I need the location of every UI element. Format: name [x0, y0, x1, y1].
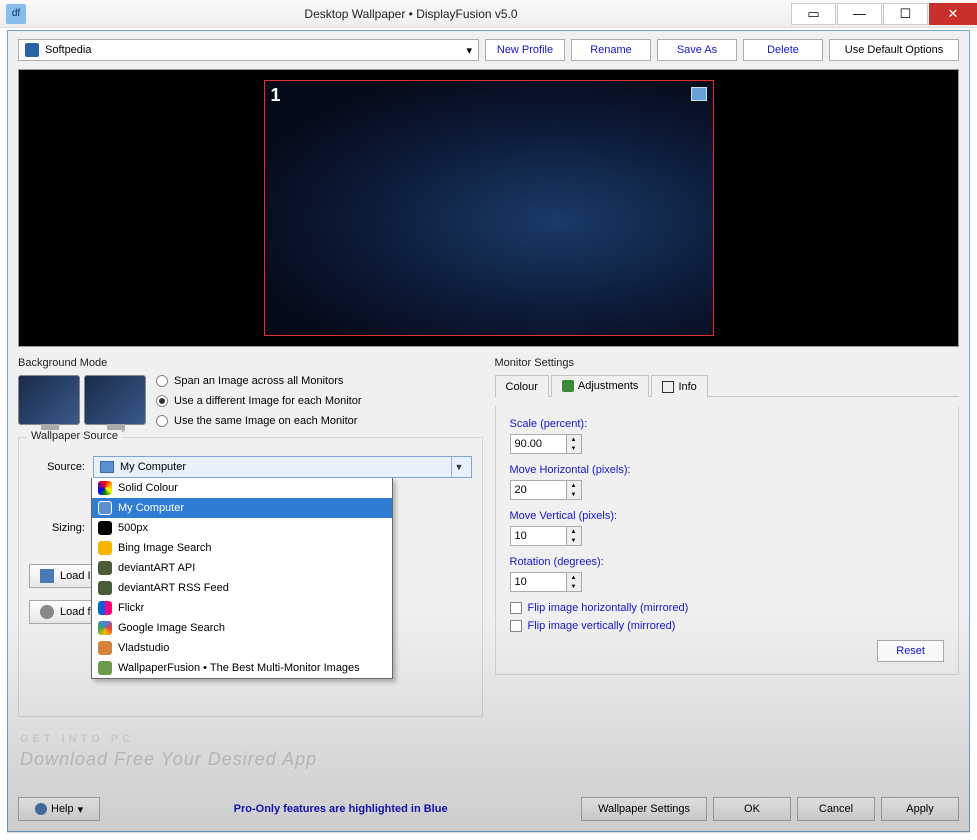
flip-vertical-checkbox[interactable]: Flip image vertically (mirrored): [510, 620, 945, 632]
monitor-settings-legend: Monitor Settings: [495, 357, 960, 369]
radio-different-each[interactable]: Use a different Image for each Monitor: [156, 395, 362, 407]
wallpaper-settings-button[interactable]: Wallpaper Settings: [581, 797, 707, 821]
source-selected: My Computer: [120, 461, 186, 473]
image-icon: [40, 569, 54, 583]
system-menu-icon[interactable]: ▭: [791, 3, 836, 25]
wallpaperfusion-icon: [98, 661, 112, 675]
source-option-wallpaperfusion[interactable]: WallpaperFusion • The Best Multi-Monitor…: [92, 658, 392, 678]
apply-button[interactable]: Apply: [881, 797, 959, 821]
move-horizontal-spinner[interactable]: 20▲▼: [510, 480, 582, 500]
help-icon: [35, 803, 47, 815]
source-option-vladstudio[interactable]: Vladstudio: [92, 638, 392, 658]
ok-button[interactable]: OK: [713, 797, 791, 821]
lower-panels: Background Mode Span an Image across all…: [18, 357, 959, 777]
monitor-thumb-1[interactable]: [18, 375, 80, 425]
source-option-deviantart-api[interactable]: deviantART API: [92, 558, 392, 578]
chevron-down-icon: ▼: [451, 457, 467, 477]
tab-info[interactable]: Info: [651, 375, 707, 397]
link-icon: [40, 605, 54, 619]
footer-bar: Help▾ Pro-Only features are highlighted …: [18, 797, 959, 821]
source-option-500px[interactable]: 500px: [92, 518, 392, 538]
pro-note: Pro-Only features are highlighted in Blu…: [234, 803, 448, 815]
flickr-icon: [98, 601, 112, 615]
move-vertical-spinner[interactable]: 10▲▼: [510, 526, 582, 546]
monitor-settings-tabs: Colour Adjustments Info: [495, 375, 960, 397]
source-dropdown: Solid Colour My Computer 500px Bing Imag…: [91, 478, 393, 679]
deviantart-icon: [98, 581, 112, 595]
monitor-preview-1[interactable]: 1: [264, 80, 714, 336]
wallpaper-preview-panel: 1: [18, 69, 959, 347]
tab-adjustments[interactable]: Adjustments: [551, 375, 650, 397]
chevron-down-icon: ▾: [466, 44, 472, 57]
colour-wheel-icon: [98, 481, 112, 495]
scale-label: Scale (percent):: [510, 418, 945, 430]
monitor-icon: [691, 87, 707, 101]
rotation-label: Rotation (degrees):: [510, 556, 945, 568]
deviantart-icon: [98, 561, 112, 575]
sizing-label: Sizing:: [29, 522, 85, 534]
scale-spinner[interactable]: 90.00▲▼: [510, 434, 582, 454]
profile-toolbar: Softpedia ▾ New Profile Rename Save As D…: [18, 39, 959, 61]
source-option-my-computer[interactable]: My Computer: [92, 498, 392, 518]
flip-horizontal-checkbox[interactable]: Flip image horizontally (mirrored): [510, 602, 945, 614]
profile-selected-label: Softpedia: [45, 44, 91, 56]
computer-icon: [100, 461, 114, 473]
500px-icon: [98, 521, 112, 535]
source-combobox[interactable]: My Computer ▼: [93, 456, 472, 478]
new-profile-button[interactable]: New Profile: [485, 39, 565, 61]
radio-same-each[interactable]: Use the same Image on each Monitor: [156, 415, 362, 427]
background-mode-legend: Background Mode: [18, 357, 483, 369]
wallpaper-source-group: Wallpaper Source Source: My Computer ▼ S…: [18, 437, 483, 717]
source-option-deviantart-rss[interactable]: deviantART RSS Feed: [92, 578, 392, 598]
right-column: Monitor Settings Colour Adjustments Info…: [495, 357, 960, 777]
source-label: Source:: [29, 461, 85, 473]
reset-button[interactable]: Reset: [877, 640, 944, 662]
window-controls: ▭ — ☐ ✕: [790, 3, 977, 25]
info-icon: [662, 381, 674, 393]
help-button[interactable]: Help▾: [18, 797, 100, 821]
adjustments-panel: Scale (percent): 90.00▲▼ Move Horizontal…: [495, 406, 960, 675]
profile-select[interactable]: Softpedia ▾: [18, 39, 479, 61]
background-mode-radios: Span an Image across all Monitors Use a …: [156, 375, 362, 427]
bing-icon: [98, 541, 112, 555]
chevron-down-icon: ▾: [78, 803, 84, 816]
delete-button[interactable]: Delete: [743, 39, 823, 61]
adjustments-icon: [562, 380, 574, 392]
computer-icon: [98, 501, 112, 515]
source-option-google[interactable]: Google Image Search: [92, 618, 392, 638]
move-vertical-label: Move Vertical (pixels):: [510, 510, 945, 522]
google-icon: [98, 621, 112, 635]
radio-span-all[interactable]: Span an Image across all Monitors: [156, 375, 362, 387]
rename-button[interactable]: Rename: [571, 39, 651, 61]
save-as-button[interactable]: Save As: [657, 39, 737, 61]
monitor-settings-group: Monitor Settings Colour Adjustments Info…: [495, 357, 960, 675]
source-option-bing[interactable]: Bing Image Search: [92, 538, 392, 558]
monitor-thumbnails: [18, 375, 146, 425]
title-bar: df Desktop Wallpaper • DisplayFusion v5.…: [0, 0, 977, 28]
monitor-number-label: 1: [271, 85, 281, 106]
profile-icon: [25, 43, 39, 57]
monitor-thumb-2[interactable]: [84, 375, 146, 425]
tab-colour[interactable]: Colour: [495, 375, 549, 397]
maximize-button[interactable]: ☐: [883, 3, 928, 25]
minimize-button[interactable]: —: [837, 3, 882, 25]
source-option-flickr[interactable]: Flickr: [92, 598, 392, 618]
vladstudio-icon: [98, 641, 112, 655]
cancel-button[interactable]: Cancel: [797, 797, 875, 821]
rotation-spinner[interactable]: 10▲▼: [510, 572, 582, 592]
move-horizontal-label: Move Horizontal (pixels):: [510, 464, 945, 476]
wallpaper-source-legend: Wallpaper Source: [27, 430, 122, 442]
source-option-solid-colour[interactable]: Solid Colour: [92, 478, 392, 498]
left-column: Background Mode Span an Image across all…: [18, 357, 483, 777]
background-mode-group: Background Mode Span an Image across all…: [18, 357, 483, 427]
app-icon: df: [6, 4, 26, 24]
window-body: Softpedia ▾ New Profile Rename Save As D…: [7, 30, 970, 832]
close-button[interactable]: ✕: [929, 3, 977, 25]
use-defaults-button[interactable]: Use Default Options: [829, 39, 959, 61]
window-title: Desktop Wallpaper • DisplayFusion v5.0: [32, 7, 790, 21]
